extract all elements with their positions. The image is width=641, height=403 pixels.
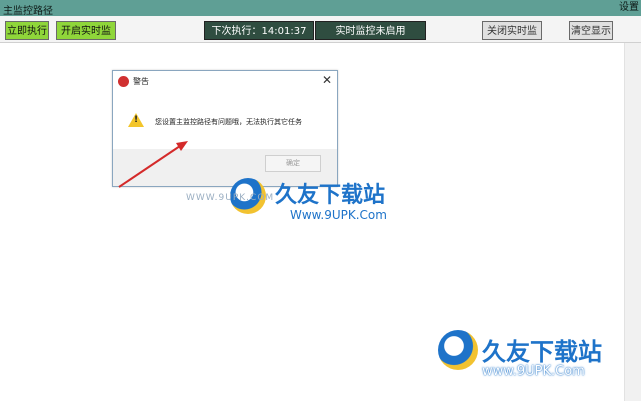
watermark-faint-url: WWW.9UPK.COM	[186, 193, 275, 203]
watermark-url: Www.9UPK.Com	[290, 208, 387, 222]
corner-logo-icon	[438, 330, 478, 370]
corner-brand: 久友下载站	[482, 338, 602, 366]
corner-url: www.9UPK.Com	[482, 364, 585, 379]
watermark-brand: 久友下载站	[275, 183, 386, 208]
